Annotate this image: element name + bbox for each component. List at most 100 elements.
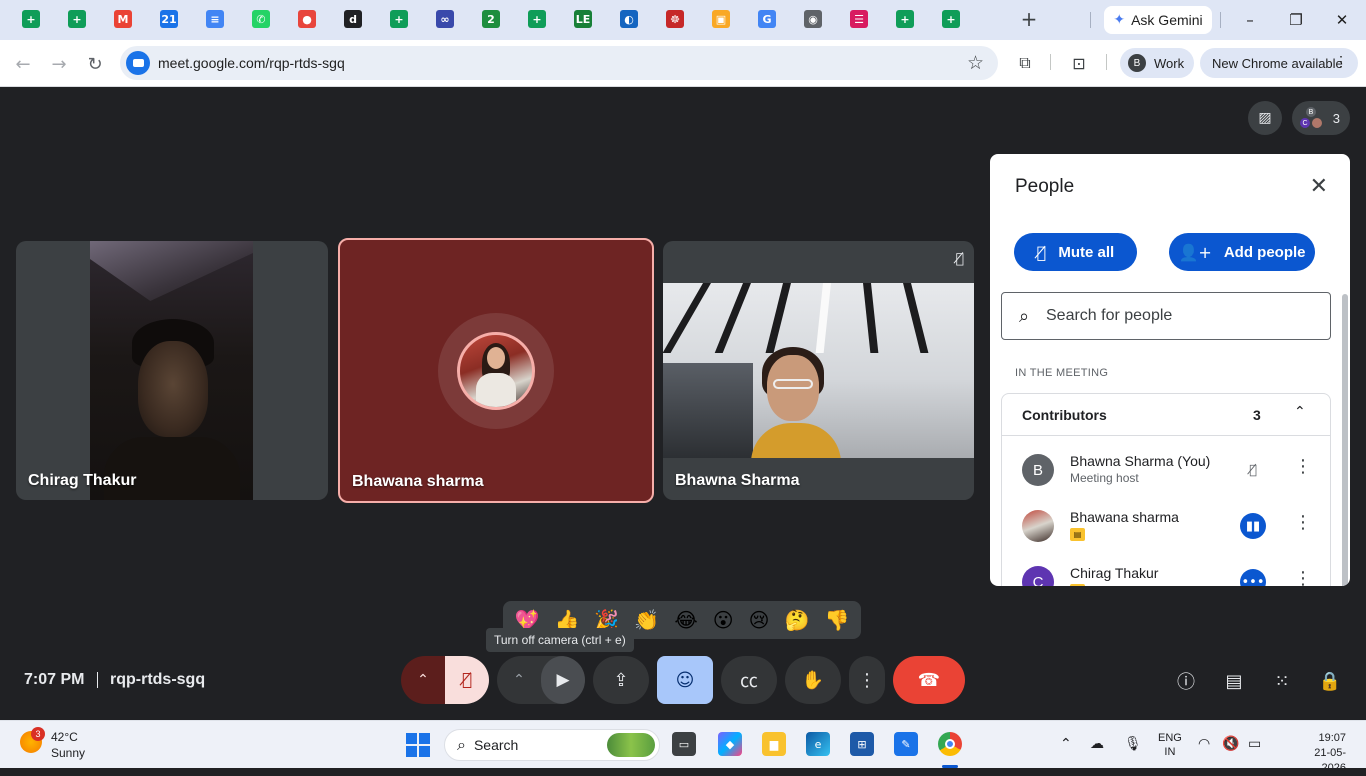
show-hidden-icons-chevron-icon[interactable]: ⌃ [1060, 736, 1072, 752]
app-icon[interactable]: ✎ [894, 732, 918, 756]
captions-button[interactable]: ㏄ [721, 656, 777, 704]
address-bar[interactable]: meet.google.com/rqp-rtds-sgq ☆ [120, 46, 998, 80]
reaction-thumbs-up[interactable]: 👍 [554, 610, 579, 630]
microphone-tray-icon[interactable]: 🎙 [1124, 736, 1142, 752]
video-tile-bhawana[interactable]: Bhawana sharma [338, 238, 654, 503]
google-icon[interactable]: G [758, 10, 776, 28]
close-icon[interactable]: ✕ [1310, 174, 1328, 199]
task-view-icon[interactable]: ▭ [672, 732, 696, 756]
chirag-video-feed [90, 241, 253, 500]
app-icon[interactable]: ☸ [666, 10, 684, 28]
more-options-icon[interactable]: ⋮ [1294, 568, 1312, 586]
ask-gemini-button[interactable]: ✦ Ask Gemini [1104, 6, 1212, 34]
sheets-icon[interactable]: + [22, 10, 40, 28]
edge-browser-icon[interactable]: e [806, 732, 830, 756]
system-clock[interactable]: 19:07 21-05-2026 [1292, 731, 1346, 776]
app-icon[interactable]: ☰ [850, 10, 868, 28]
chevron-up-icon[interactable]: ⌃ [1294, 404, 1306, 420]
whatsapp-icon[interactable]: ✆ [252, 10, 270, 28]
chat-icon[interactable]: ▤ [1222, 669, 1246, 693]
new-tab-button[interactable]: + [1018, 7, 1040, 31]
sheets-icon[interactable]: + [896, 10, 914, 28]
volume-muted-icon[interactable]: 🔇 [1222, 736, 1239, 752]
gmail-icon[interactable]: M [114, 10, 132, 28]
mute-all-button[interactable]: 🎙̸ Mute all [1014, 233, 1137, 271]
sheets-icon[interactable]: + [528, 10, 546, 28]
back-button[interactable]: ← [11, 52, 35, 76]
sheets-icon[interactable]: + [390, 10, 408, 28]
camera-button[interactable]: ▶︎ [541, 656, 585, 704]
participant-row[interactable]: B Bhawna Sharma (You) Meeting host 🎙̸ ⋮ [1002, 442, 1330, 498]
bookmark-star-icon[interactable]: ☆ [967, 52, 984, 74]
windows-start-icon[interactable] [406, 733, 430, 757]
captions-off-indicator-icon[interactable]: ▨ [1248, 101, 1282, 135]
minimize-window-button[interactable]: – [1228, 6, 1272, 34]
reaction-laughing[interactable]: 😂 [674, 610, 697, 630]
video-options-chevron-icon[interactable]: ⌃ [497, 656, 541, 704]
reaction-clapping[interactable]: 👏 [634, 610, 659, 630]
reaction-sparkling-heart[interactable]: 💖 [515, 610, 540, 630]
app-icon[interactable]: ▣ [712, 10, 730, 28]
search-people-input[interactable] [1046, 307, 1316, 325]
emoji-reactions-button[interactable]: ☺ [657, 656, 713, 704]
close-window-button[interactable]: ✕ [1320, 6, 1364, 34]
globe-icon[interactable]: ◉ [804, 10, 822, 28]
reaction-party-popper[interactable]: 🎉 [594, 610, 619, 630]
restore-window-button[interactable]: ❐ [1274, 6, 1318, 34]
more-options-icon[interactable]: ⋮ [1294, 512, 1312, 533]
meeting-details-info-icon[interactable]: ⓘ [1174, 669, 1198, 693]
participant-row[interactable]: Bhawana sharma ▤ ▮▮ ⋮ [1002, 498, 1330, 554]
add-people-button[interactable]: 👤+ Add people [1169, 233, 1315, 271]
chat-icon[interactable]: 2 [482, 10, 500, 28]
app-icon[interactable]: ● [298, 10, 316, 28]
host-controls-lock-icon[interactable]: 🔒 [1318, 669, 1342, 693]
link-icon[interactable]: ∞ [436, 10, 454, 28]
copilot-app-icon[interactable]: ◆ [718, 732, 742, 756]
participants-count-button[interactable]: B C 3 [1292, 101, 1350, 135]
reaction-thinking[interactable]: 🤔 [785, 610, 810, 630]
wifi-icon[interactable]: ◠ [1198, 736, 1210, 752]
input-language-indicator[interactable]: ENG IN [1158, 731, 1182, 759]
search-people-field[interactable]: ⌕ [1001, 292, 1331, 340]
cast-media-icon[interactable]: ⊡ [1068, 52, 1090, 74]
more-options-icon[interactable]: ⋮ [1294, 456, 1312, 477]
reload-button[interactable]: ↻ [83, 52, 107, 76]
weather-description[interactable]: Sunny [51, 746, 85, 760]
video-tile-bhawna[interactable]: 🎙̸ Bhawna Sharma [663, 241, 974, 500]
mic-off-icon[interactable]: 🎙̸ [1240, 457, 1266, 483]
microsoft-store-icon[interactable]: ⊞ [850, 732, 874, 756]
microphone-off-button[interactable]: 🎙̸ [445, 656, 489, 704]
profile-button[interactable]: B Work [1120, 48, 1194, 78]
file-explorer-icon[interactable]: ▆ [762, 732, 786, 756]
chrome-update-button[interactable]: New Chrome available ⋮ [1200, 48, 1358, 78]
sheets-icon[interactable]: + [942, 10, 960, 28]
reaction-thumbs-down[interactable]: 👎 [825, 610, 850, 630]
d-icon[interactable]: d [344, 10, 362, 28]
present-screen-button[interactable]: ⇪ [593, 656, 649, 704]
extensions-puzzle-icon[interactable]: ⧉ [1014, 52, 1036, 74]
cloud-offline-icon[interactable]: ☁ [1090, 736, 1104, 752]
activities-grid-icon[interactable]: ⁙ [1270, 669, 1294, 693]
participant-row[interactable]: C Chirag Thakur ▤ ••• ⋮ [1002, 554, 1330, 586]
battery-icon[interactable]: ▭ [1248, 736, 1261, 752]
more-options-button[interactable]: ⋮ [849, 656, 885, 704]
app-icon[interactable]: ◐ [620, 10, 638, 28]
reaction-sad[interactable]: 😢 [749, 610, 770, 630]
url-text[interactable]: meet.google.com/rqp-rtds-sgq [158, 55, 345, 71]
chrome-browser-icon[interactable] [938, 732, 962, 756]
raise-hand-button[interactable]: ✋ [785, 656, 841, 704]
reaction-surprised[interactable]: 😮 [713, 610, 734, 630]
site-info-icon[interactable] [126, 51, 150, 75]
contributors-header[interactable]: Contributors 3 ⌃ [1002, 394, 1330, 436]
audio-options-chevron-icon[interactable]: ⌃ [401, 656, 445, 704]
scrollbar[interactable] [1342, 294, 1348, 586]
taskbar-search-box[interactable]: ⌕ Search [444, 729, 660, 761]
docs-icon[interactable]: ≡ [206, 10, 224, 28]
sheets-icon[interactable]: + [68, 10, 86, 28]
video-tile-chirag[interactable]: Chirag Thakur [16, 241, 328, 500]
calendar-icon[interactable]: 21 [160, 10, 178, 28]
weather-temperature[interactable]: 42°C [51, 730, 78, 744]
forward-button[interactable]: → [47, 52, 71, 76]
le-icon[interactable]: LE [574, 10, 592, 28]
leave-call-button[interactable]: ☎ [893, 656, 965, 704]
